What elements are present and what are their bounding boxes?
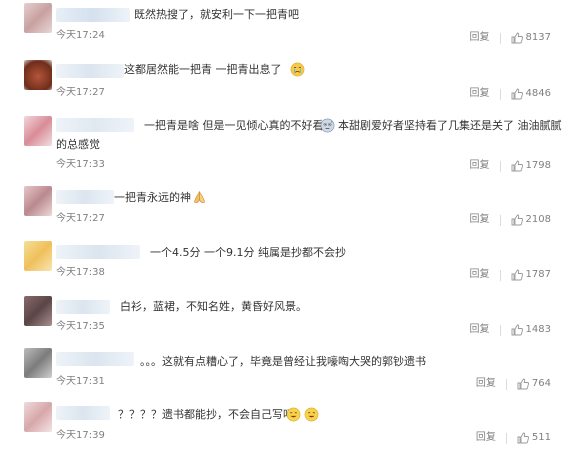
username-blurred[interactable] <box>56 406 110 420</box>
thumb-up-icon <box>511 88 523 100</box>
comment-text: 一把青是啥 但是一见倾心真的不好看 <box>144 119 324 132</box>
comment-item: 这都居然能一把青 一把青出息了 今天17:27 回复 4846 <box>0 52 564 108</box>
like-count: 511 <box>531 432 551 443</box>
like-button[interactable]: 1787 <box>511 268 551 282</box>
like-button[interactable]: 1483 <box>511 323 551 337</box>
avatar[interactable] <box>24 348 52 378</box>
like-count: 1798 <box>525 160 551 171</box>
smile-face-icon <box>286 407 301 422</box>
like-count: 1787 <box>525 269 551 280</box>
avatar[interactable] <box>24 60 52 90</box>
comment-item: 既然热搜了，就安利一下一把青吧 今天17:24 回复 8137 <box>0 0 564 52</box>
comment-actions: 回复 4846 <box>470 87 551 101</box>
comment-text: 既然热搜了，就安利一下一把青吧 <box>134 8 299 21</box>
avatar[interactable] <box>24 3 52 33</box>
like-count: 1483 <box>525 324 551 335</box>
comment-time: 今天17:38 <box>56 267 105 278</box>
username-blurred[interactable] <box>56 245 140 259</box>
divider <box>499 269 501 281</box>
like-count: 764 <box>531 378 551 389</box>
comment-text: 本甜剧爱好者坚持看了几集还是关了 油油腻腻 <box>338 119 562 132</box>
divider <box>505 432 507 444</box>
pray-hands-icon <box>193 191 206 203</box>
like-button[interactable]: 764 <box>517 377 551 391</box>
avatar[interactable] <box>24 402 52 432</box>
like-button[interactable]: 2108 <box>511 213 551 227</box>
thumb-up-icon <box>511 324 523 336</box>
comment-actions: 回复 1787 <box>470 268 551 282</box>
sweat-face-icon <box>320 118 335 133</box>
comment-actions: 回复 1798 <box>470 159 551 173</box>
comment-actions: 回复 2108 <box>470 213 551 227</box>
like-button[interactable]: 511 <box>517 431 551 445</box>
thumb-up-icon <box>511 214 523 226</box>
comment-text: 这都居然能一把青 一把青出息了 <box>124 63 282 76</box>
comment-text: 白衫，蓝裙，不知名姓，黄昏好风景。 <box>120 300 307 313</box>
username-blurred[interactable] <box>56 64 124 78</box>
comment-actions: 回复 1483 <box>470 323 551 337</box>
reply-button[interactable]: 回复 <box>470 87 490 101</box>
comment-time: 今天17:39 <box>56 430 105 441</box>
username-blurred[interactable] <box>56 118 134 132</box>
thumb-up-icon <box>511 269 523 281</box>
comment-item: 白衫，蓝裙，不知名姓，黄昏好风景。 今天17:35 回复 1483 <box>0 290 564 344</box>
divider <box>499 324 501 336</box>
crying-face-icon <box>290 62 305 77</box>
comment-item: 一个4.5分 一个9.1分 纯属是抄都不会抄 今天17:38 回复 1787 <box>0 235 564 290</box>
comment-time: 今天17:24 <box>56 30 105 41</box>
comment-actions: 回复 764 <box>476 377 551 391</box>
reply-button[interactable]: 回复 <box>476 377 496 391</box>
comment-actions: 回复 8137 <box>470 31 551 45</box>
username-blurred[interactable] <box>56 190 114 204</box>
comment-time: 今天17:27 <box>56 87 105 98</box>
comment-text: 一个4.5分 一个9.1分 纯属是抄都不会抄 <box>150 246 346 259</box>
username-blurred[interactable] <box>56 300 110 314</box>
avatar[interactable] <box>24 116 52 146</box>
comment-time: 今天17:35 <box>56 321 105 332</box>
comment-item: 一把青是啥 但是一见倾心真的不好看 本甜剧爱好者坚持看了几集还是关了 油油腻腻 … <box>0 108 564 180</box>
like-button[interactable]: 8137 <box>511 31 551 45</box>
divider <box>499 32 501 44</box>
comment-text: 。。。这就有点糟心了，毕竟是曾经让我嚎啕大哭的郭钞遗书 <box>140 355 426 368</box>
divider <box>499 88 501 100</box>
username-blurred[interactable] <box>56 8 130 22</box>
like-count: 4846 <box>525 88 551 99</box>
divider <box>505 378 507 390</box>
reply-button[interactable]: 回复 <box>470 268 490 282</box>
reply-button[interactable]: 回复 <box>470 31 490 45</box>
comment-item: 一把青永远的神 今天17:27 回复 2108 <box>0 180 564 235</box>
comment-item: ？？？？遗书都能抄，不会自己写吗 今天17:39 回复 511 <box>0 398 564 450</box>
like-button[interactable]: 4846 <box>511 87 551 101</box>
comment-item: 。。。这就有点糟心了，毕竟是曾经让我嚎啕大哭的郭钞遗书 今天17:31 回复 7… <box>0 344 564 398</box>
reply-button[interactable]: 回复 <box>476 431 496 445</box>
thumb-up-icon <box>511 32 523 44</box>
divider <box>499 160 501 172</box>
comment-text-continued: 的总感觉 <box>56 138 100 151</box>
comment-time: 今天17:33 <box>56 159 105 170</box>
comment-text: ？？？？遗书都能抄，不会自己写吗 <box>118 408 294 421</box>
username-blurred[interactable] <box>56 352 134 366</box>
comment-time: 今天17:31 <box>56 376 105 387</box>
comment-text: 一把青永远的神 <box>114 191 191 204</box>
comment-actions: 回复 511 <box>476 431 551 445</box>
like-count: 8137 <box>525 32 551 43</box>
reply-button[interactable]: 回复 <box>470 159 490 173</box>
comment-time: 今天17:27 <box>56 213 105 224</box>
like-button[interactable]: 1798 <box>511 159 551 173</box>
avatar[interactable] <box>24 241 52 271</box>
divider <box>499 214 501 226</box>
reply-button[interactable]: 回复 <box>470 213 490 227</box>
thumb-up-icon <box>511 160 523 172</box>
thumb-up-icon <box>517 432 529 444</box>
smile-face-icon <box>304 407 319 422</box>
avatar[interactable] <box>24 186 52 216</box>
reply-button[interactable]: 回复 <box>470 323 490 337</box>
avatar[interactable] <box>24 296 52 326</box>
thumb-up-icon <box>517 378 529 390</box>
like-count: 2108 <box>525 214 551 225</box>
